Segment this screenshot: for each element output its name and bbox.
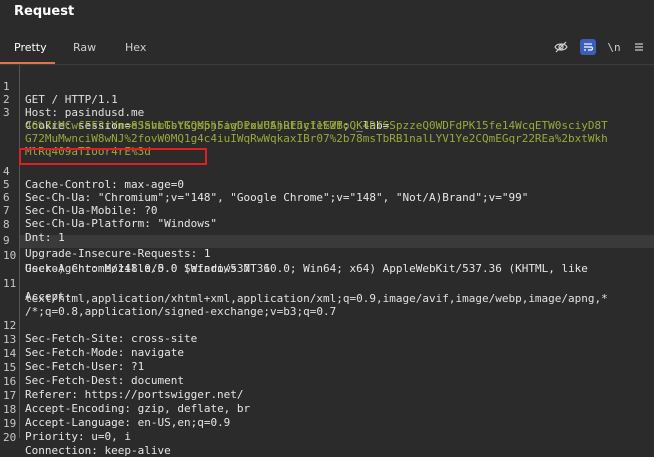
tab-hex[interactable]: Hex (125, 41, 146, 54)
hamburger-menu-icon[interactable] (631, 39, 647, 55)
header-name: Connection: (25, 444, 105, 457)
eye-slash-icon[interactable] (553, 39, 569, 55)
show-newlines-toggle[interactable]: \n (606, 39, 622, 55)
tab-raw[interactable]: Raw (73, 41, 96, 54)
panel-title: Request (14, 4, 75, 19)
wrap-lines-icon[interactable] (580, 39, 596, 55)
annotation-highlight-box (19, 148, 207, 165)
tab-pretty[interactable]: Pretty (14, 41, 47, 54)
header-value: keep-alive (104, 444, 171, 457)
view-tabs-bar: Pretty Raw Hex \n (0, 30, 654, 65)
title-bar: Request (0, 0, 654, 30)
active-tab-indicator (0, 62, 55, 64)
